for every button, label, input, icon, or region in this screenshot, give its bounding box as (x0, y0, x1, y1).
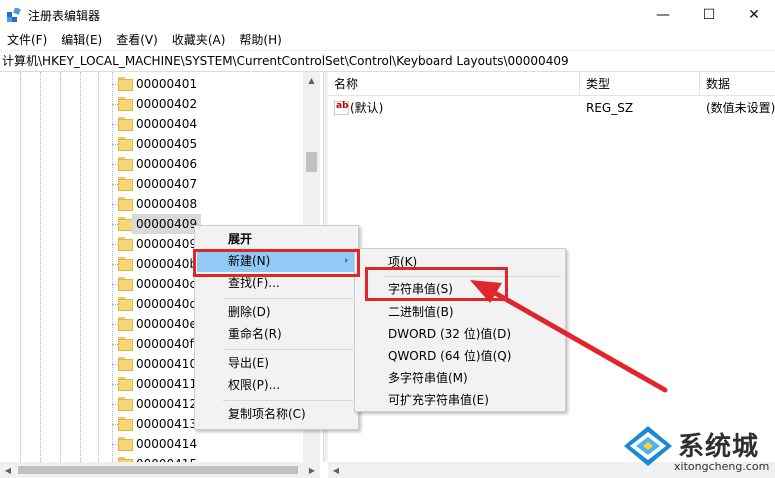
tree-guide-line (80, 72, 81, 462)
tree-guide-line (20, 72, 21, 462)
title-bar: 注册表编辑器 — ☐ ✕ (0, 0, 775, 30)
tree-horizontal-scrollbar[interactable]: ◀ ▶ (0, 462, 320, 478)
tree-item-label: 0000040b (136, 257, 198, 271)
watermark-url: xitongcheng.com (674, 460, 770, 473)
tree-guide-line (60, 72, 61, 462)
menu-file[interactable]: 文件(F) (0, 30, 54, 50)
menu-item-export[interactable]: 导出(E) (197, 352, 356, 374)
menu-item-copy-key-name[interactable]: 复制项名称(C) (197, 403, 356, 425)
tree-item-label: 00000406 (136, 157, 198, 171)
tree-item-label: 00000407 (136, 177, 198, 191)
scroll-left-icon[interactable]: ◀ (0, 462, 16, 478)
tree-item-label: 00000409 (132, 214, 202, 234)
table-row[interactable]: ab (默认) REG_SZ (数值未设置) (328, 98, 775, 118)
submenu-item-multi-string-value[interactable]: 多字符串值(M) (357, 367, 563, 389)
tree-item-label: 00000414 (136, 437, 198, 451)
menu-edit[interactable]: 编辑(E) (54, 30, 109, 50)
menu-item-permissions[interactable]: 权限(P)... (197, 374, 356, 396)
column-header-data[interactable]: 数据 (700, 72, 775, 96)
tree-item-label: 00000404 (136, 117, 198, 131)
tree-item[interactable]: 00000404 (112, 114, 312, 134)
watermark: 系统城 xitongcheng.com (622, 424, 772, 476)
menu-bar: 文件(F) 编辑(E) 查看(V) 收藏夹(A) 帮助(H) (0, 30, 775, 50)
tree-item[interactable]: 00000402 (112, 94, 312, 114)
window-title: 注册表编辑器 (28, 9, 101, 23)
regedit-icon (7, 8, 21, 22)
tree-item[interactable]: 00000415 (112, 454, 312, 462)
menu-view[interactable]: 查看(V) (109, 30, 165, 50)
close-button[interactable]: ✕ (731, 0, 775, 30)
highlight-string-value-box (365, 267, 508, 301)
tree-item-label: 00000411 (136, 377, 198, 391)
address-bar[interactable]: 计算机\HKEY_LOCAL_MACHINE\SYSTEM\CurrentCon… (0, 50, 775, 72)
xitongcheng-logo-icon (624, 426, 672, 466)
tree-item-label: 00000410 (136, 357, 198, 371)
menu-separator (223, 349, 353, 350)
tree-item-label: 0000040e (136, 317, 197, 331)
value-type: REG_SZ (586, 101, 634, 115)
tree-item-label: 0000040d (136, 297, 198, 311)
string-value-icon: ab (334, 101, 349, 115)
menu-item-delete[interactable]: 删除(D) (197, 301, 356, 323)
tree-item[interactable]: 00000406 (112, 154, 312, 174)
menu-item-rename[interactable]: 重命名(R) (197, 323, 356, 345)
submenu-item-dword-value[interactable]: DWORD (32 位)值(D) (357, 323, 563, 345)
watermark-title: 系统城 (678, 432, 760, 462)
scroll-thumb[interactable] (306, 152, 317, 172)
tree-item[interactable]: 00000414 (112, 434, 312, 454)
tree-item-label: 00000415 (132, 454, 201, 462)
scroll-thumb[interactable] (18, 466, 298, 474)
column-header-name[interactable]: 名称 (328, 72, 580, 96)
highlight-new-box (193, 249, 360, 277)
tree-guide-line (98, 72, 99, 462)
column-header-type[interactable]: 类型 (580, 72, 700, 96)
menu-separator (223, 298, 353, 299)
submenu-item-expandable-string-value[interactable]: 可扩充字符串值(E) (357, 389, 563, 411)
tree-item-label: 00000412 (136, 397, 198, 411)
submenu-item-qword-value[interactable]: QWORD (64 位)值(Q) (357, 345, 563, 367)
tree-item-label: 00000413 (136, 417, 198, 431)
value-name: (默认) (350, 101, 384, 115)
tree-item-label: 00000402 (136, 97, 198, 111)
menu-item-expand[interactable]: 展开 (197, 228, 356, 250)
minimize-button[interactable]: — (640, 0, 686, 30)
scroll-left-icon[interactable]: ◀ (328, 462, 344, 478)
menu-help[interactable]: 帮助(H) (232, 30, 288, 50)
maximize-button[interactable]: ☐ (686, 0, 732, 30)
submenu-item-binary-value[interactable]: 二进制值(B) (357, 301, 563, 323)
tree-item[interactable]: 00000401 (112, 74, 312, 94)
tree-item[interactable]: 00000407 (112, 174, 312, 194)
list-header: 名称 类型 数据 (328, 72, 775, 96)
tree-item-label: 00000408 (136, 197, 198, 211)
tree-item-label: 0000040c (136, 277, 197, 291)
tree-item-label: 00000401 (136, 77, 198, 91)
scroll-right-icon[interactable]: ▶ (304, 462, 320, 478)
menu-favorites[interactable]: 收藏夹(A) (165, 30, 233, 50)
tree-item-label: 0000040f (136, 337, 194, 351)
tree-item-label: 00000405 (136, 137, 198, 151)
scroll-up-icon[interactable]: ▲ (303, 72, 320, 89)
menu-separator (223, 400, 353, 401)
tree-item[interactable]: 00000408 (112, 194, 312, 214)
tree-item[interactable]: 00000405 (112, 134, 312, 154)
tree-guide-line (40, 72, 41, 462)
value-data: (数值未设置) (706, 101, 775, 115)
